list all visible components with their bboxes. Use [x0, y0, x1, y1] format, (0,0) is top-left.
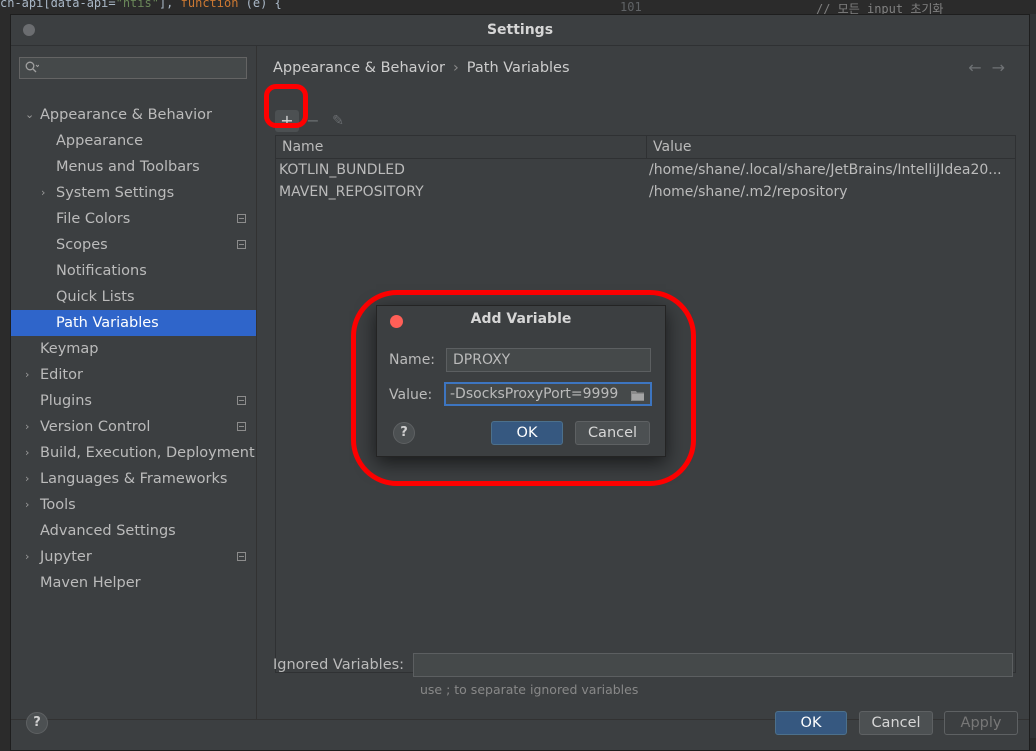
- sidebar-item-appearance-behavior[interactable]: ⌄ Appearance & Behavior: [11, 102, 256, 128]
- project-scope-icon: [237, 422, 246, 431]
- sidebar-item-tools[interactable]: › Tools: [11, 492, 256, 518]
- ok-button[interactable]: OK: [775, 711, 847, 735]
- chevron-down-icon: ⌄: [25, 108, 35, 121]
- back-arrow-icon[interactable]: ←: [968, 58, 991, 77]
- breadcrumb-current: Path Variables: [466, 60, 570, 76]
- settings-sidebar: ⌄ Appearance & Behavior Appearance Menus…: [11, 46, 257, 719]
- variable-name-cell: MAVEN_REPOSITORY: [279, 184, 424, 200]
- sidebar-item-label: Quick Lists: [56, 289, 135, 305]
- sidebar-item-path-variables[interactable]: Path Variables: [11, 310, 256, 336]
- ignored-variables-input[interactable]: [413, 653, 1013, 677]
- sidebar-item-label: File Colors: [56, 211, 131, 227]
- sidebar-item-label: Jupyter: [40, 549, 92, 565]
- remove-variable-button[interactable]: −: [306, 110, 320, 132]
- chevron-right-icon: ›: [25, 368, 30, 381]
- sidebar-item-languages-frameworks[interactable]: › Languages & Frameworks: [11, 466, 256, 492]
- name-label: Name:: [389, 352, 436, 368]
- folder-icon[interactable]: [631, 388, 645, 404]
- sidebar-item-label: Plugins: [40, 393, 92, 409]
- sidebar-item-label: Advanced Settings: [40, 523, 176, 539]
- sidebar-item-label: Appearance & Behavior: [40, 107, 212, 123]
- title-bar: Settings: [11, 15, 1029, 46]
- table-row[interactable]: KOTLIN_BUNDLED /home/shane/.local/share/…: [276, 159, 1015, 181]
- dialog-title: Add Variable: [470, 311, 572, 327]
- table-row[interactable]: MAVEN_REPOSITORY /home/shane/.m2/reposit…: [276, 181, 1015, 203]
- sidebar-item-label: Tools: [40, 497, 76, 513]
- sidebar-item-advanced-settings[interactable]: Advanced Settings: [11, 518, 256, 544]
- sidebar-item-appearance[interactable]: Appearance: [11, 128, 256, 154]
- window-title: Settings: [486, 22, 554, 38]
- variable-name-cell: KOTLIN_BUNDLED: [279, 162, 405, 178]
- chevron-right-icon: ›: [25, 446, 30, 459]
- variable-value-cell: /home/shane/.m2/repository: [649, 184, 848, 200]
- history-navigation: ←→: [968, 58, 1015, 77]
- forward-arrow-icon[interactable]: →: [992, 58, 1015, 77]
- search-icon: [25, 61, 40, 74]
- sidebar-item-label: Path Variables: [56, 315, 159, 331]
- variable-value-input[interactable]: -DsocksProxyPort=9999: [444, 382, 652, 406]
- column-header-value[interactable]: Value: [646, 136, 1015, 158]
- sidebar-item-version-control[interactable]: › Version Control: [11, 414, 256, 440]
- settings-search-input[interactable]: [19, 57, 247, 79]
- dialog-help-button[interactable]: ?: [393, 422, 415, 444]
- highlight-ring-add-button: [264, 84, 308, 128]
- sidebar-item-label: Build, Execution, Deployment: [40, 445, 255, 461]
- table-header: Name Value: [276, 136, 1015, 159]
- chevron-right-icon: ›: [25, 420, 30, 433]
- cancel-button[interactable]: Cancel: [859, 711, 933, 735]
- sidebar-item-maven-helper[interactable]: Maven Helper: [11, 570, 256, 596]
- project-scope-icon: [237, 240, 246, 249]
- chevron-right-icon: ›: [41, 186, 46, 199]
- sidebar-item-label: Editor: [40, 367, 83, 383]
- sidebar-item-menus-toolbars[interactable]: Menus and Toolbars: [11, 154, 256, 180]
- sidebar-item-file-colors[interactable]: File Colors: [11, 206, 256, 232]
- sidebar-item-editor[interactable]: › Editor: [11, 362, 256, 388]
- sidebar-item-label: Notifications: [56, 263, 147, 279]
- sidebar-item-build-execution-deployment[interactable]: › Build, Execution, Deployment: [11, 440, 256, 466]
- chevron-right-icon: ›: [25, 498, 30, 511]
- sidebar-item-label: Menus and Toolbars: [56, 159, 200, 175]
- variable-value-text: -DsocksProxyPort=9999: [450, 386, 619, 402]
- variable-value-cell: /home/shane/.local/share/JetBrains/Intel…: [649, 162, 1002, 178]
- sidebar-item-plugins[interactable]: Plugins: [11, 388, 256, 414]
- sidebar-item-label: Appearance: [56, 133, 144, 149]
- ignored-variables-hint: use ; to separate ignored variables: [420, 682, 639, 697]
- help-button[interactable]: ?: [26, 712, 48, 734]
- background-gutter-right: [1030, 14, 1036, 751]
- project-scope-icon: [237, 396, 246, 405]
- sidebar-item-jupyter[interactable]: › Jupyter: [11, 544, 256, 570]
- sidebar-item-label: Languages & Frameworks: [40, 471, 228, 487]
- background-code-line: ch-api[data-api="ntis"], function (e) {: [0, 0, 282, 10]
- sidebar-item-label: Maven Helper: [40, 575, 141, 591]
- add-variable-dialog: Add Variable Name: DPROXY Value: -Dsocks…: [376, 305, 666, 457]
- background-line-number: 101: [620, 0, 642, 14]
- sidebar-item-label: Keymap: [40, 341, 99, 357]
- sidebar-item-keymap[interactable]: Keymap: [11, 336, 256, 362]
- column-header-name[interactable]: Name: [276, 136, 646, 158]
- project-scope-icon: [237, 214, 246, 223]
- ignored-variables-label: Ignored Variables:: [273, 657, 405, 673]
- project-scope-icon: [237, 552, 246, 561]
- chevron-right-icon: ›: [25, 550, 30, 563]
- breadcrumb-parent[interactable]: Appearance & Behavior: [273, 60, 445, 76]
- sidebar-item-notifications[interactable]: Notifications: [11, 258, 256, 284]
- dialog-cancel-button[interactable]: Cancel: [575, 421, 650, 445]
- sidebar-item-scopes[interactable]: Scopes: [11, 232, 256, 258]
- sidebar-item-label: Scopes: [56, 237, 108, 253]
- dialog-ok-button[interactable]: OK: [491, 421, 563, 445]
- value-label: Value:: [389, 387, 433, 403]
- sidebar-item-quick-lists[interactable]: Quick Lists: [11, 284, 256, 310]
- variable-name-input[interactable]: DPROXY: [446, 348, 651, 372]
- apply-button[interactable]: Apply: [944, 711, 1018, 735]
- sidebar-item-system-settings[interactable]: › System Settings: [11, 180, 256, 206]
- sidebar-item-label: Version Control: [40, 419, 151, 435]
- background-gutter-left: [0, 14, 10, 751]
- breadcrumb-separator: ›: [452, 60, 459, 76]
- breadcrumb: Appearance & Behavior › Path Variables: [273, 60, 570, 76]
- edit-variable-button[interactable]: ✎: [329, 110, 347, 132]
- sidebar-item-label: System Settings: [56, 185, 175, 201]
- chevron-right-icon: ›: [25, 472, 30, 485]
